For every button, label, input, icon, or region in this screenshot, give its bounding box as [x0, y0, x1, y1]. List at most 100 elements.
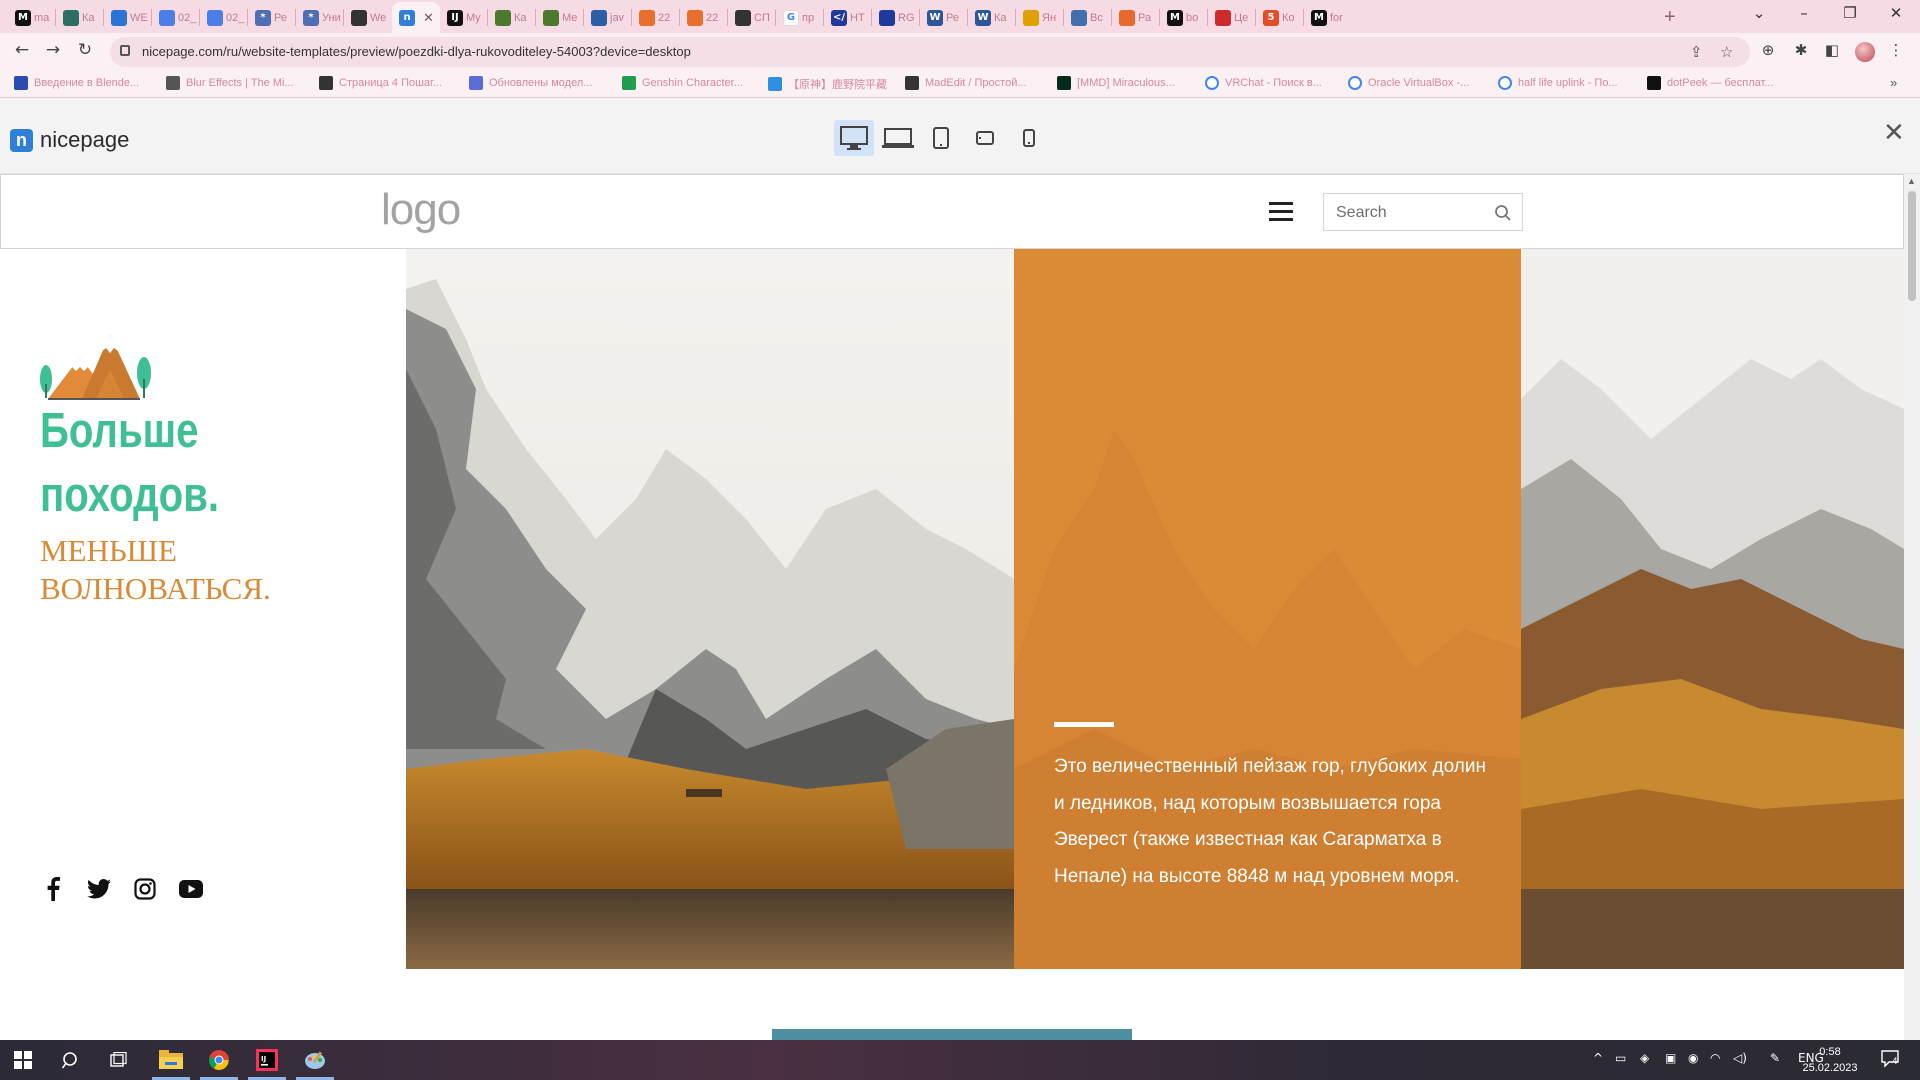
intellij-taskbar-icon[interactable]: IJ	[244, 1040, 290, 1080]
notification-center-icon[interactable]: 4	[1880, 1048, 1900, 1071]
browser-tab[interactable]: * Ре	[248, 2, 296, 33]
browser-tab[interactable]: </НТ	[824, 2, 872, 33]
taskbar-search-icon[interactable]	[48, 1040, 94, 1080]
cube-icon	[207, 9, 223, 26]
chrome-taskbar-icon[interactable]	[196, 1040, 242, 1080]
bookmark-item[interactable]: MadEdit / Простой...	[905, 76, 1027, 90]
display-tray-icon[interactable]: ▣	[1665, 1051, 1676, 1065]
browser-tab[interactable]: Ка	[488, 2, 536, 33]
device-laptop-button[interactable]	[880, 120, 916, 156]
browser-tab[interactable]: jav	[584, 2, 632, 33]
side-panel-icon[interactable]: ◧	[1822, 41, 1842, 61]
battery-tray-icon[interactable]: ▭	[1615, 1051, 1626, 1065]
browser-tab[interactable]: Ян	[1016, 2, 1064, 33]
bookmark-item[interactable]: dotPeek — бесплат...	[1647, 76, 1774, 90]
bookmark-star-icon[interactable]: ☆	[1720, 43, 1733, 61]
browser-tab[interactable]: СП	[728, 2, 776, 33]
bookmark-item[interactable]: VRChat - Поиск в...	[1205, 76, 1322, 90]
browser-toolbar: ← → ↻ nicepage.com/ru/website-templates/…	[0, 33, 1920, 71]
browser-tab[interactable]: W Ре	[920, 2, 968, 33]
browser-tab[interactable]: 02_	[152, 2, 200, 33]
bookmark-item[interactable]: Oracle VirtualBox -...	[1348, 76, 1469, 90]
device-tablet-button[interactable]	[926, 120, 956, 156]
browser-tab[interactable]: 02_	[200, 2, 248, 33]
restore-icon[interactable]: ❐	[1828, 4, 1872, 28]
site-bookmark-icon	[166, 76, 180, 90]
instagram-icon[interactable]	[132, 876, 158, 902]
device-phone-landscape-button[interactable]	[970, 120, 1000, 156]
extensions-puzzle-icon[interactable]: ✱	[1791, 41, 1811, 61]
url-text[interactable]: nicepage.com/ru/website-templates/previe…	[142, 44, 691, 59]
file-explorer-icon[interactable]	[148, 1040, 194, 1080]
browser-tab[interactable]: 22	[632, 2, 680, 33]
back-arrow-icon[interactable]: ←	[9, 40, 35, 64]
volume-tray-icon[interactable]: ◁)	[1733, 1051, 1747, 1065]
browser-tab[interactable]: Вс	[1064, 2, 1112, 33]
device-desktop-button[interactable]	[834, 120, 874, 156]
bookmark-item[interactable]: [MMD] Miraculous...	[1057, 76, 1175, 90]
paint-taskbar-icon[interactable]	[292, 1040, 338, 1080]
tab-search-chevron-icon[interactable]: ⌄	[1737, 4, 1781, 28]
browser-tab[interactable]: Mma	[8, 2, 56, 33]
scroll-up-icon[interactable]: ▲	[1907, 176, 1916, 186]
translate-globe-icon[interactable]: ⊕	[1758, 41, 1778, 61]
browser-tab[interactable]: 22	[680, 2, 728, 33]
bookmark-item[interactable]: Blur Effects | The Mi...	[166, 76, 294, 90]
task-view-icon[interactable]	[96, 1040, 142, 1080]
new-tab-plus-icon[interactable]: +	[1664, 6, 1676, 29]
show-hidden-icons-chevron-icon[interactable]: ^	[1593, 1051, 1603, 1065]
browser-tab[interactable]: Gпр	[776, 2, 824, 33]
reload-icon[interactable]: ↻	[72, 40, 98, 64]
browser-tab[interactable]: WE	[104, 2, 152, 33]
defender-tray-icon[interactable]: ◈	[1640, 1051, 1649, 1065]
pen-tray-icon[interactable]: ✎	[1770, 1051, 1780, 1065]
browser-menu-icon[interactable]: ⋮	[1886, 41, 1906, 61]
site-search-input[interactable]: Search	[1323, 193, 1523, 231]
bookmark-item[interactable]: Genshin Character...	[622, 76, 743, 90]
browser-tab[interactable]: Mfor	[1304, 2, 1352, 33]
minimize-icon[interactable]: –	[1782, 4, 1826, 28]
facebook-icon[interactable]	[40, 876, 66, 902]
forward-arrow-icon[interactable]: →	[40, 40, 66, 64]
taskbar-clock[interactable]: 0:58 25.02.2023	[1800, 1044, 1860, 1076]
browser-tab[interactable]: Mbo	[1160, 2, 1208, 33]
site-logo[interactable]: logo	[381, 185, 461, 235]
bookmark-item[interactable]: half life uplink - По...	[1498, 76, 1618, 90]
more-bookmarks-chevron-icon[interactable]: »	[1890, 75, 1897, 90]
twitter-icon[interactable]	[86, 876, 112, 902]
browser-tab[interactable]: * Уни	[296, 2, 344, 33]
scrollbar-thumb[interactable]	[1908, 191, 1916, 301]
browser-tab[interactable]: We	[344, 2, 392, 33]
browser-tab[interactable]: n ✕	[392, 2, 440, 33]
browser-tab[interactable]: Ра	[1112, 2, 1160, 33]
bookmark-item[interactable]: Страница 4 Пошаг...	[319, 76, 442, 90]
browser-tab[interactable]: 5 Ко	[1256, 2, 1304, 33]
address-bar[interactable]: nicepage.com/ru/website-templates/previe…	[110, 37, 1750, 67]
browser-tab[interactable]: Це	[1208, 2, 1256, 33]
youtube-icon[interactable]	[178, 876, 204, 902]
bookmark-label: half life uplink - По...	[1518, 77, 1618, 89]
bookmark-item[interactable]: Обновлены модел...	[469, 76, 592, 90]
start-windows-icon[interactable]	[0, 1040, 46, 1080]
device-phone-button[interactable]	[1014, 120, 1044, 156]
close-tab-icon[interactable]: ✕	[423, 10, 434, 26]
browser-tab[interactable]: W Ка	[968, 2, 1016, 33]
browser-tab[interactable]: Ка	[56, 2, 104, 33]
close-window-icon[interactable]: ✕	[1874, 4, 1918, 28]
bookmark-item[interactable]: 【原神】鹿野院平藏	[768, 76, 887, 92]
search-icon[interactable]	[1494, 204, 1512, 222]
wifi-tray-icon[interactable]: ◠	[1710, 1051, 1720, 1065]
share-icon[interactable]: ⇪	[1690, 43, 1703, 61]
hamburger-menu-icon[interactable]	[1269, 202, 1293, 222]
browser-tab[interactable]: IJ My	[440, 2, 488, 33]
browser-tab[interactable]: Ме	[536, 2, 584, 33]
nicepage-logo-icon[interactable]: n	[10, 129, 33, 152]
profile-avatar[interactable]	[1855, 42, 1875, 62]
webcam-tray-icon[interactable]: ◉	[1688, 1051, 1698, 1065]
nicepage-brand[interactable]: nicepage	[40, 127, 129, 153]
close-preview-icon[interactable]: ✕	[1883, 118, 1905, 148]
browser-tab[interactable]: RG	[872, 2, 920, 33]
bookmark-item[interactable]: Введение в Blende...	[14, 76, 139, 90]
tab-title: Вс	[1090, 11, 1103, 24]
preview-scrollbar[interactable]: ▲	[1904, 174, 1920, 1040]
